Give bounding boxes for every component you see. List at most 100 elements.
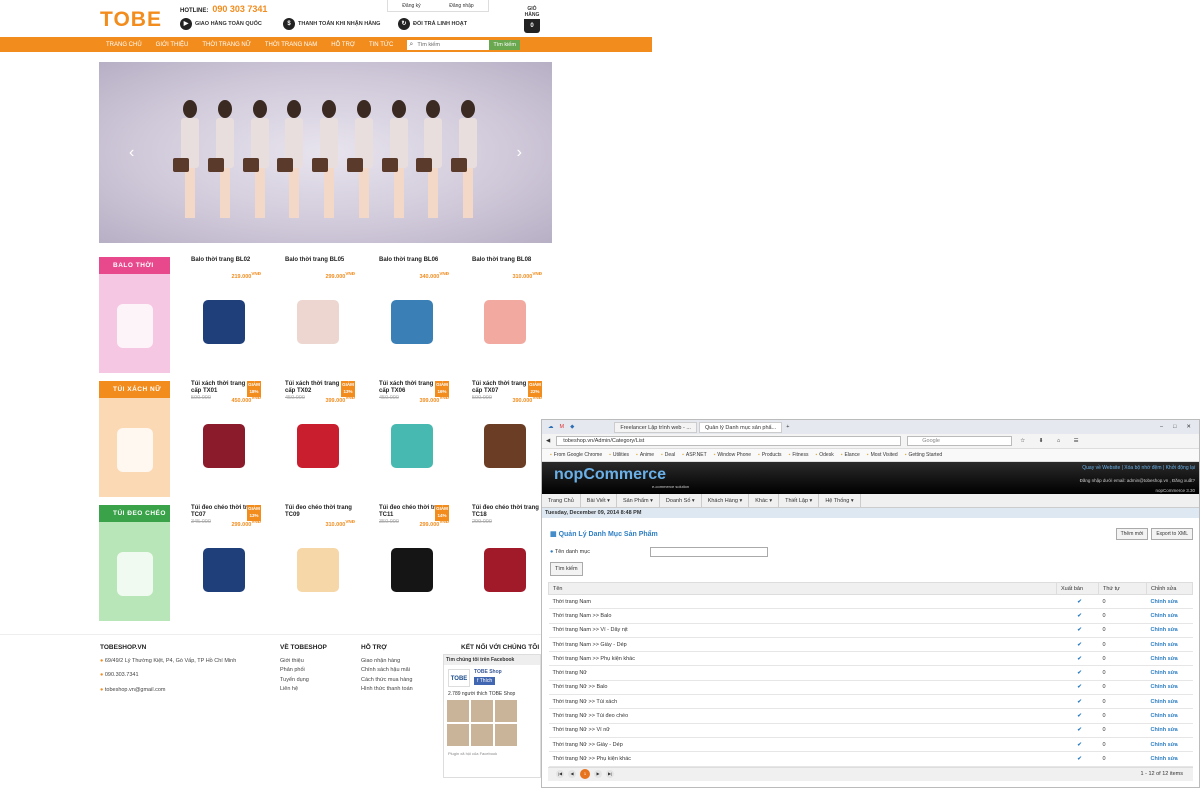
footer-link[interactable]: Hình thức thanh toán <box>361 685 413 695</box>
admin-menu-item[interactable]: Doanh Số ▾ <box>660 493 702 508</box>
bookmark-item[interactable]: From Google Chrome <box>550 452 602 458</box>
product-card[interactable]: Túi xách thời trang cao cấp TX06 450.000 3… <box>379 381 449 486</box>
product-image[interactable] <box>379 404 445 486</box>
bookmark-item[interactable]: Fitness <box>789 452 808 458</box>
register-link[interactable]: Đăng ký <box>402 3 420 9</box>
col-header-name[interactable]: Tên <box>548 582 1057 595</box>
product-image[interactable] <box>191 404 257 486</box>
nav-support[interactable]: HỖ TRỢ <box>331 42 355 48</box>
product-image[interactable] <box>285 404 351 486</box>
admin-menu-item[interactable]: Sản Phẩm ▾ <box>617 493 660 508</box>
toolbar-icons[interactable]: ☆ ⬇ ⌂ ☰ <box>1020 438 1084 444</box>
category-banner[interactable]: TÚI XÁCH NỮ <box>99 381 170 497</box>
add-new-button[interactable]: Thêm mới <box>1115 528 1149 540</box>
product-card[interactable]: Túi đeo chéo thời trang TC18 299.000 <box>472 505 542 610</box>
chevron-left-icon[interactable]: ‹ <box>129 144 134 162</box>
nav-men[interactable]: THỜI TRANG NAM <box>265 42 317 48</box>
search-button[interactable]: Tìm kiếm <box>550 562 583 576</box>
product-card[interactable]: Túi xách thời trang cao cấp TX07 500.000 3… <box>472 381 542 486</box>
category-banner[interactable]: BALO THỜI TRANG <box>99 257 170 373</box>
footer-link[interactable]: Phản phối <box>280 666 327 676</box>
minimize-icon[interactable]: – <box>1160 424 1163 430</box>
footer-link[interactable]: Liên hệ <box>280 685 327 695</box>
tab-freelancer[interactable]: Freelancer Lập trình web - ... <box>614 421 697 433</box>
bookmark-item[interactable]: Most Visited <box>867 452 898 458</box>
edit-link[interactable]: Chỉnh sửa <box>1146 737 1193 753</box>
product-name[interactable]: Balo thời trang BL08 <box>472 257 542 271</box>
url-input[interactable]: tobeshop.vn/Admin/Category/List <box>556 436 902 446</box>
product-name[interactable]: Túi đeo chéo thời trang TC18 <box>472 505 542 519</box>
admin-menu-item[interactable]: Khác ▾ <box>749 493 780 508</box>
prev-page-icon[interactable]: ◀ <box>568 770 576 779</box>
product-image[interactable] <box>379 280 445 362</box>
footer-link[interactable]: Giới thiệu <box>280 657 327 667</box>
fb-like-button[interactable]: f Thích <box>474 677 496 685</box>
admin-menu-item[interactable]: Khách Hàng ▾ <box>702 493 750 508</box>
category-name-input[interactable] <box>650 547 769 557</box>
edit-link[interactable]: Chỉnh sửa <box>1146 665 1193 681</box>
bookmark-item[interactable]: Deal <box>661 452 675 458</box>
current-page[interactable]: 1 <box>580 769 590 780</box>
product-card[interactable]: Túi đeo chéo thời trang TC07 345.000 299.0… <box>191 505 261 610</box>
product-card[interactable]: Túi đeo chéo thời trang TC11 350.000 299.0… <box>379 505 449 610</box>
bookmark-item[interactable]: Products <box>758 452 782 458</box>
edit-link[interactable]: Chỉnh sửa <box>1146 608 1193 624</box>
nav-news[interactable]: TIN TỨC <box>369 42 393 48</box>
next-page-icon[interactable]: ▶ <box>594 770 602 779</box>
bookmark-item[interactable]: Anime <box>636 452 654 458</box>
edit-link[interactable]: Chỉnh sửa <box>1146 623 1193 638</box>
nav-about[interactable]: GIỚI THIỆU <box>156 42 189 48</box>
bookmark-item[interactable]: Elance <box>841 452 859 458</box>
maximize-icon[interactable]: □ <box>1173 424 1176 430</box>
bookmark-item[interactable]: Odesk <box>815 452 833 458</box>
shield-icon[interactable]: ◆ <box>570 424 574 430</box>
admin-menu-item[interactable]: Bài Viết ▾ <box>581 493 617 508</box>
footer-link[interactable]: Giao nhận hàng <box>361 657 413 667</box>
bookmark-item[interactable]: Window Phone <box>714 452 751 458</box>
nav-search-input[interactable]: Tìm kiếm <box>407 39 490 50</box>
fb-page-name[interactable]: TOBE Shop <box>474 669 502 675</box>
back-icon[interactable]: ◀ <box>546 438 550 444</box>
admin-menu-item[interactable]: Hệ Thống ▾ <box>819 493 861 508</box>
nopcommerce-logo[interactable]: nopCommerce <box>554 466 666 484</box>
tab-admin-category[interactable]: Quản lý Danh mục sản phẩ... <box>698 421 783 433</box>
edit-link[interactable]: Chỉnh sửa <box>1146 594 1193 610</box>
product-image[interactable] <box>191 528 257 610</box>
login-link[interactable]: Đăng nhập <box>449 3 473 9</box>
edit-link[interactable]: Chỉnh sửa <box>1146 651 1193 667</box>
product-card[interactable]: Balo thời trang BL08 310.000VNĐ <box>472 257 542 362</box>
gmail-icon[interactable]: M <box>560 424 565 430</box>
cloud-icon[interactable]: ☁ <box>548 424 554 430</box>
edit-link[interactable]: Chỉnh sửa <box>1146 723 1193 738</box>
product-name[interactable]: Balo thời trang BL06 <box>379 257 449 271</box>
product-card[interactable]: Túi đeo chéo thời trang TC09 310.000VNĐ <box>285 505 355 610</box>
product-card[interactable]: Túi xách thời trang cao cấp TX02 450.000 3… <box>285 381 355 486</box>
edit-link[interactable]: Chỉnh sửa <box>1146 751 1193 767</box>
nav-home[interactable]: TRANG CHỦ <box>106 42 142 48</box>
bookmark-item[interactable]: ASP.NET <box>682 452 707 458</box>
category-banner[interactable]: TÚI ĐEO CHÉO <box>99 505 170 621</box>
product-image[interactable] <box>285 280 351 362</box>
bookmark-item[interactable]: Utilities <box>609 452 629 458</box>
bookmark-item[interactable]: Getting Started <box>905 452 943 458</box>
admin-menu-item[interactable]: Thiết Lập ▾ <box>779 493 820 508</box>
nav-search-button[interactable]: Tìm kiếm <box>489 39 520 50</box>
product-image[interactable] <box>472 404 538 486</box>
product-image[interactable] <box>285 528 351 610</box>
admin-menu-item[interactable]: Trang Chủ <box>542 493 581 508</box>
col-header-order[interactable]: Thứ tự <box>1098 582 1147 595</box>
shop-logo[interactable]: TOBE <box>100 8 162 32</box>
product-name[interactable]: Balo thời trang BL05 <box>285 257 355 271</box>
product-name[interactable]: Balo thời trang BL02 <box>191 257 261 271</box>
first-page-icon[interactable]: |◀ <box>556 770 564 779</box>
product-card[interactable]: Balo thời trang BL02 219.000VNĐ <box>191 257 261 362</box>
browser-search-input[interactable]: Google <box>907 436 1013 446</box>
footer-link[interactable]: Chính sách hậu mãi <box>361 666 413 676</box>
product-image[interactable] <box>191 280 257 362</box>
chevron-right-icon[interactable]: › <box>517 144 522 162</box>
edit-link[interactable]: Chỉnh sửa <box>1146 694 1193 710</box>
product-card[interactable]: Balo thời trang BL05 299.000VNĐ <box>285 257 355 362</box>
close-icon[interactable]: ✕ <box>1186 424 1191 430</box>
admin-header-links[interactable]: Quay về Website | Xóa bộ nhớ đệm | Khởi … <box>1082 465 1195 471</box>
product-image[interactable] <box>379 528 445 610</box>
